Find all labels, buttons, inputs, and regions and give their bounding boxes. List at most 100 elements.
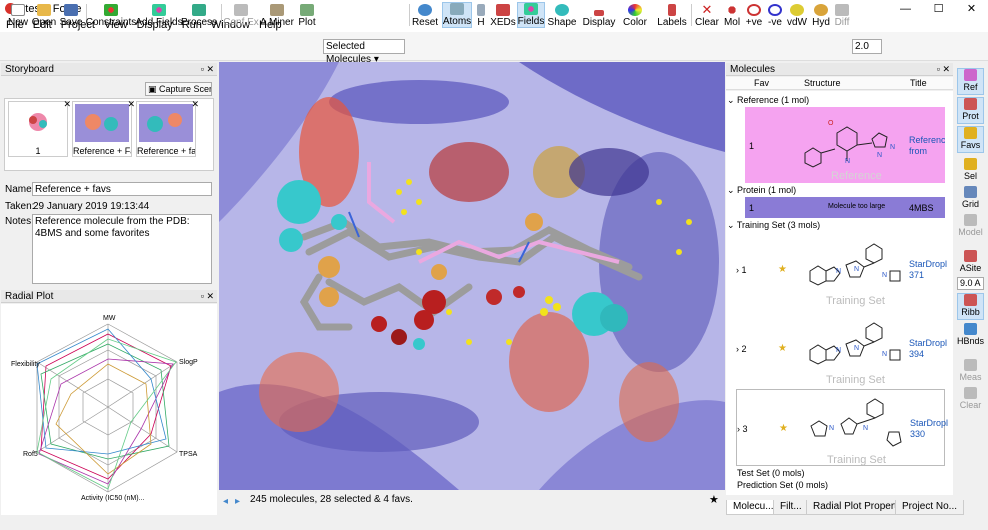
axis-label-rof5: Rof5 bbox=[23, 451, 38, 458]
add-fields-button[interactable]: Add Fields bbox=[135, 2, 183, 28]
grid-toggle[interactable]: Grid bbox=[957, 186, 984, 209]
col-structure[interactable]: Structure bbox=[804, 78, 841, 88]
model-icon bbox=[964, 214, 977, 226]
ribbon-icon bbox=[964, 294, 977, 306]
protein-group[interactable]: ⌄ Protein (1 mol) bbox=[727, 185, 796, 196]
close-button[interactable]: ✕ bbox=[955, 0, 988, 17]
process-button[interactable]: Process bbox=[181, 2, 217, 28]
model-toggle[interactable]: Model bbox=[957, 214, 984, 237]
zoom-spinbox[interactable]: 2.0 bbox=[852, 39, 882, 54]
training-row-2[interactable]: › 2 ★ NNN Training Set StarDropl 394 bbox=[736, 310, 947, 387]
col-fav[interactable]: Fav bbox=[754, 78, 769, 88]
svg-text:N: N bbox=[863, 425, 868, 432]
measure-button[interactable]: Meas bbox=[957, 359, 984, 382]
capture-scene-button[interactable]: ▣ Capture Scene bbox=[145, 82, 212, 96]
storyboard-thumb-2[interactable]: ✕Reference + Fa... bbox=[72, 99, 135, 157]
test-set-group[interactable]: Test Set (0 mols) bbox=[737, 468, 805, 478]
labels-icon bbox=[668, 4, 676, 16]
reference-structure: N N N O bbox=[804, 120, 895, 168]
favorite-star-icon[interactable]: ★ bbox=[778, 264, 787, 275]
storyboard-thumb-3[interactable]: ✕Reference + favs bbox=[136, 99, 199, 157]
plot-button[interactable]: Plot bbox=[297, 2, 317, 28]
protein-row[interactable]: 1 Molecule too large 4MBS bbox=[745, 197, 945, 218]
xeds-button[interactable]: XEDs bbox=[490, 2, 516, 28]
asite-radius-input[interactable]: 9.0 A bbox=[957, 277, 984, 290]
axis-label-slogp: SlogP bbox=[179, 359, 198, 366]
molecule-3d-viewer[interactable] bbox=[219, 62, 725, 490]
selection-icon bbox=[964, 158, 977, 170]
panel-close-icon[interactable]: ▫ ✕ bbox=[937, 63, 950, 76]
clear-measure-button[interactable]: Clear bbox=[957, 387, 984, 410]
storyboard-header: Storyboard ▫ ✕ bbox=[1, 63, 217, 76]
svg-text:N: N bbox=[882, 351, 887, 358]
h-button[interactable]: H bbox=[474, 2, 488, 28]
mol-icon bbox=[725, 4, 739, 16]
clear-button[interactable]: ✕ Clear bbox=[694, 2, 720, 28]
training-group[interactable]: ⌄ Training Set (3 mols) bbox=[727, 220, 820, 231]
svg-text:N: N bbox=[829, 425, 834, 432]
ref-toggle[interactable]: Ref bbox=[957, 68, 984, 95]
hyd-button[interactable]: Hyd bbox=[811, 2, 831, 28]
atoms-icon bbox=[450, 3, 464, 15]
minimize-button[interactable]: — bbox=[889, 0, 922, 17]
panel-close-icon[interactable]: ▫ ✕ bbox=[201, 63, 214, 76]
close-icon[interactable]: ✕ bbox=[127, 99, 135, 110]
forward-icon[interactable]: ▸ bbox=[235, 496, 240, 507]
hydrogen-icon bbox=[477, 4, 485, 16]
reference-group[interactable]: ⌄ Reference (1 mol) bbox=[727, 95, 809, 106]
name-field[interactable]: Reference + favs bbox=[32, 182, 212, 196]
tab-project-notes[interactable]: Project No... bbox=[895, 500, 965, 515]
training-structure-3: NN bbox=[810, 398, 902, 447]
hbonds-toggle[interactable]: HBnds bbox=[957, 323, 984, 346]
reset-button[interactable]: Reset bbox=[412, 2, 438, 28]
panel-close-icon[interactable]: ▫ ✕ bbox=[201, 290, 214, 303]
viewer-status-text: 245 molecules, 28 selected & 4 favs. bbox=[250, 494, 413, 505]
conf-ex-button[interactable]: Conf Ex bbox=[223, 2, 259, 28]
prot-toggle[interactable]: Prot bbox=[957, 97, 984, 124]
close-icon[interactable]: ✕ bbox=[191, 99, 199, 110]
diff-button[interactable]: Diff bbox=[833, 2, 851, 28]
radial-plot-area: MW SlogP TPSA Activity (IC50 (nM)... Rof… bbox=[1, 304, 217, 515]
fields-button[interactable]: Fields bbox=[517, 2, 545, 28]
favorite-star-icon[interactable]: ★ bbox=[779, 423, 788, 434]
notes-field[interactable]: Reference molecule from the PDB: 4BMS an… bbox=[32, 214, 212, 284]
atoms-button[interactable]: Atoms bbox=[442, 2, 472, 28]
tab-filters[interactable]: Filt... bbox=[773, 500, 809, 515]
display-button[interactable]: Display bbox=[582, 2, 616, 28]
favs-toggle[interactable]: Favs bbox=[957, 126, 984, 153]
open-button[interactable]: Open bbox=[32, 2, 56, 28]
vdw-button[interactable]: vdW bbox=[786, 2, 808, 28]
training-row-3[interactable]: › 3 ★ NN Training Set StarDropl 330 bbox=[736, 389, 948, 466]
favorite-star-icon[interactable]: ★ bbox=[709, 493, 719, 506]
reference-row[interactable]: 1 NNN O Reference Reference from '4MB bbox=[745, 107, 945, 183]
maximize-button[interactable]: ☐ bbox=[922, 0, 955, 17]
measure-icon bbox=[964, 359, 977, 371]
asite-toggle[interactable]: ASite bbox=[957, 250, 984, 273]
storyboard-thumb-1[interactable]: ✕ 1 bbox=[8, 99, 71, 157]
training-row-1[interactable]: › 1 ★ NNN Training Set StarDropl 371 bbox=[736, 231, 947, 308]
new-button[interactable]: New bbox=[6, 2, 30, 28]
svg-text:N: N bbox=[836, 347, 841, 354]
clear-icon bbox=[964, 387, 977, 399]
hbonds-icon bbox=[964, 323, 977, 335]
save-button[interactable]: Save bbox=[59, 2, 83, 28]
color-button[interactable]: Color bbox=[620, 2, 650, 28]
close-icon[interactable]: ✕ bbox=[63, 99, 71, 110]
negative-field-button[interactable]: -ve bbox=[766, 2, 784, 28]
col-title[interactable]: Title bbox=[910, 78, 927, 88]
labels-button[interactable]: Labels bbox=[657, 2, 687, 28]
favorite-star-icon[interactable]: ★ bbox=[778, 343, 787, 354]
sel-toggle[interactable]: Sel bbox=[957, 158, 984, 181]
selected-molecules-dropdown[interactable]: Selected Molecules ▾ bbox=[323, 39, 405, 65]
prediction-set-group[interactable]: Prediction Set (0 mols) bbox=[737, 480, 828, 490]
ribbon-toggle[interactable]: Ribb bbox=[957, 293, 984, 320]
main-toolbar bbox=[0, 32, 988, 61]
a-miner-button[interactable]: A Miner bbox=[260, 2, 294, 28]
shape-button[interactable]: Shape bbox=[548, 2, 576, 28]
save-icon bbox=[64, 4, 78, 16]
positive-field-button[interactable]: +ve bbox=[744, 2, 764, 28]
mol-button[interactable]: Mol bbox=[722, 2, 742, 28]
viewer-status-bar: ◂ ▸ 245 molecules, 28 selected & 4 favs.… bbox=[219, 490, 725, 515]
constraints-button[interactable]: Constraints bbox=[86, 2, 136, 28]
back-icon[interactable]: ◂ bbox=[223, 496, 228, 507]
